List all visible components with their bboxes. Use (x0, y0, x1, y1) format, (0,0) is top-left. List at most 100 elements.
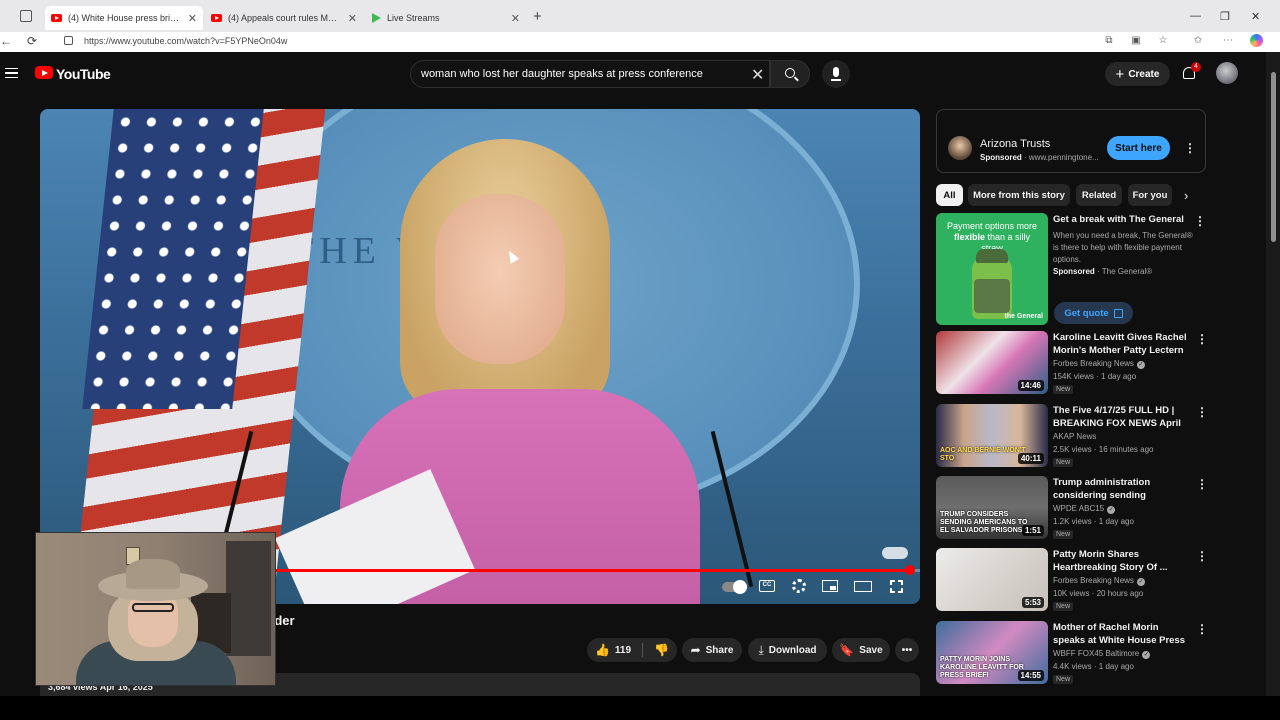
channel-name[interactable]: WBFF FOX45 Baltimore ✓ (1053, 649, 1151, 659)
tab-label: (4) Appeals court rules MD man d (228, 13, 342, 23)
search-query[interactable]: woman who lost her daughter speaks at pr… (421, 68, 703, 80)
chip-for-you[interactable]: For you (1128, 184, 1172, 206)
tab-close-icon[interactable]: ✕ (188, 12, 197, 25)
create-button[interactable]: + Create (1105, 62, 1170, 86)
item-menu-icon[interactable]: ⋮ (1196, 478, 1208, 490)
get-quote-button[interactable]: Get quote (1054, 302, 1133, 324)
channel-name[interactable]: Forbes Breaking News ✓ (1053, 576, 1145, 586)
url-field[interactable]: https://www.youtube.com/watch?v=F5YPNeOn… (84, 36, 287, 46)
scrubber-handle[interactable] (905, 565, 915, 575)
annotation-icon[interactable] (882, 547, 908, 559)
search-button[interactable] (770, 60, 810, 88)
favorites-icon[interactable]: ✩ (1193, 36, 1203, 46)
ad-menu-icon[interactable]: ⋮ (1184, 142, 1196, 154)
video-thumbnail[interactable]: 14:46 (936, 331, 1048, 394)
theater-mode-icon[interactable] (854, 581, 872, 592)
more-menu-icon[interactable]: ⋯ (1223, 36, 1233, 46)
list-item[interactable]: 5:53 Patty Morin Shares Heartbreaking St… (936, 548, 1208, 614)
video-item-title[interactable]: The Five 4/17/25 FULL HD | BREAKING FOX … (1053, 404, 1193, 430)
video-item-title[interactable]: Patty Morin Shares Heartbreaking Story O… (1053, 548, 1193, 574)
reload-button[interactable]: ⟳ (27, 34, 37, 48)
chevron-right-icon[interactable]: › (1184, 188, 1188, 203)
youtube-logo-icon[interactable] (35, 66, 53, 79)
video-thumbnail[interactable]: PATTY MORIN JOINS KAROLINE LEAVITT FOR P… (936, 621, 1048, 684)
ad-title[interactable]: Arizona Trusts (980, 138, 1050, 150)
fullscreen-icon[interactable] (890, 580, 903, 593)
item-menu-icon[interactable]: ⋮ (1196, 406, 1208, 418)
like-count[interactable]: 119 (615, 645, 631, 656)
favorite-star-icon[interactable]: ☆ (1158, 36, 1168, 46)
dislike-icon[interactable]: 👎 (654, 643, 669, 657)
chip-all[interactable]: All (936, 184, 963, 206)
minimize-button[interactable]: — (1190, 10, 1201, 22)
account-avatar[interactable] (1216, 62, 1238, 84)
channel-name[interactable]: WPDE ABC15 ✓ (1053, 504, 1116, 514)
video-item-title[interactable]: Trump administration considering sending… (1053, 476, 1193, 502)
autoplay-toggle[interactable] (722, 580, 747, 594)
promo-thumbnail[interactable]: Payment options more flexible than a sil… (936, 213, 1048, 325)
settings-gear-icon[interactable] (792, 579, 806, 593)
reader-view-icon[interactable]: ▣ (1131, 36, 1141, 46)
tab-appeals-court[interactable]: (4) Appeals court rules MD man d ✕ (205, 6, 363, 30)
list-item[interactable]: AOC AND BERNIE WON'T STO 40:11 The Five … (936, 404, 1208, 470)
lock-icon (64, 36, 73, 45)
download-button[interactable]: ⤓ Download (748, 638, 827, 662)
workspaces-icon[interactable] (20, 10, 32, 22)
maximize-button[interactable]: ❐ (1220, 10, 1230, 23)
list-item[interactable]: TRUMP CONSIDERS SENDING AMERICANS TO EL … (936, 476, 1208, 542)
miniplayer-icon[interactable] (822, 580, 838, 592)
open-in-app-icon[interactable]: ⧉ (1104, 36, 1114, 46)
tab-close-icon[interactable]: ✕ (511, 12, 520, 25)
promo-menu-icon[interactable]: ⋮ (1194, 215, 1206, 227)
tab-white-house-briefing[interactable]: (4) White House press briefing: Pa ✕ (45, 6, 203, 30)
video-item-title[interactable]: Karoline Leavitt Gives Rachel Morin's Mo… (1053, 331, 1193, 357)
search-input[interactable]: woman who lost her daughter speaks at pr… (410, 60, 770, 88)
promo-text-bold: flexible (953, 232, 985, 242)
video-thumbnail[interactable]: TRUMP CONSIDERS SENDING AMERICANS TO EL … (936, 476, 1048, 539)
more-actions-button[interactable]: ••• (895, 638, 919, 662)
video-player[interactable]: THE W USE CC (40, 109, 920, 604)
channel-label: Forbes Breaking News (1053, 359, 1134, 368)
get-quote-label: Get quote (1064, 307, 1109, 319)
menu-icon[interactable] (5, 68, 18, 78)
like-icon[interactable]: 👍 (595, 643, 610, 657)
channel-name[interactable]: Forbes Breaking News ✓ (1053, 359, 1145, 369)
list-item[interactable]: PATTY MORIN JOINS KAROLINE LEAVITT FOR P… (936, 621, 1208, 687)
tab-close-icon[interactable]: ✕ (348, 12, 357, 25)
youtube-wordmark[interactable]: YouTube (56, 66, 111, 82)
copilot-icon[interactable] (1250, 34, 1263, 47)
tab-live-streams[interactable]: Live Streams ✕ (366, 6, 526, 30)
video-item-title[interactable]: Mother of Rachel Morin speaks at White H… (1053, 621, 1193, 647)
voice-search-button[interactable] (822, 60, 850, 88)
save-button[interactable]: 🔖 Save (832, 638, 890, 662)
sponsored-ad-card[interactable]: Arizona Trusts Sponsored · www.penningto… (936, 109, 1206, 173)
list-item[interactable]: 14:46 Karoline Leavitt Gives Rachel Mori… (936, 331, 1208, 397)
clear-search-icon[interactable]: ✕ (751, 65, 764, 85)
promo-description: When you need a break, The General® is t… (1053, 231, 1193, 264)
promo-title[interactable]: Get a break with The General (1053, 214, 1193, 225)
new-badge: New (1053, 675, 1074, 684)
external-link-icon (1113, 308, 1123, 318)
new-tab-button[interactable]: + (533, 8, 542, 25)
channel-name[interactable]: AKAP News (1053, 432, 1096, 441)
video-thumbnail[interactable]: AOC AND BERNIE WON'T STO 40:11 (936, 404, 1048, 467)
back-button[interactable]: ← (0, 34, 12, 48)
video-thumbnail[interactable]: 5:53 (936, 548, 1048, 611)
chip-more-from-this-story[interactable]: More from this story (968, 184, 1070, 206)
item-menu-icon[interactable]: ⋮ (1196, 333, 1208, 345)
scrollbar-thumb[interactable] (1271, 72, 1276, 242)
start-here-button[interactable]: Start here (1107, 136, 1170, 160)
page-scrollbar[interactable] (1266, 52, 1280, 696)
tab-label: (4) White House press briefing: Pa (68, 13, 182, 23)
chip-related[interactable]: Related (1076, 184, 1122, 206)
bottom-frame (0, 696, 1280, 720)
item-menu-icon[interactable]: ⋮ (1196, 623, 1208, 635)
play-favicon-icon (372, 13, 381, 23)
subtitles-button[interactable]: CC (759, 580, 775, 592)
share-button[interactable]: ➦ Share (682, 638, 742, 662)
duration-badge: 14:55 (1017, 670, 1044, 681)
ad-subtitle: Sponsored · www.penningtone... (980, 153, 1099, 162)
close-window-button[interactable]: ✕ (1251, 10, 1260, 23)
new-badge: New (1053, 385, 1074, 394)
item-menu-icon[interactable]: ⋮ (1196, 550, 1208, 562)
